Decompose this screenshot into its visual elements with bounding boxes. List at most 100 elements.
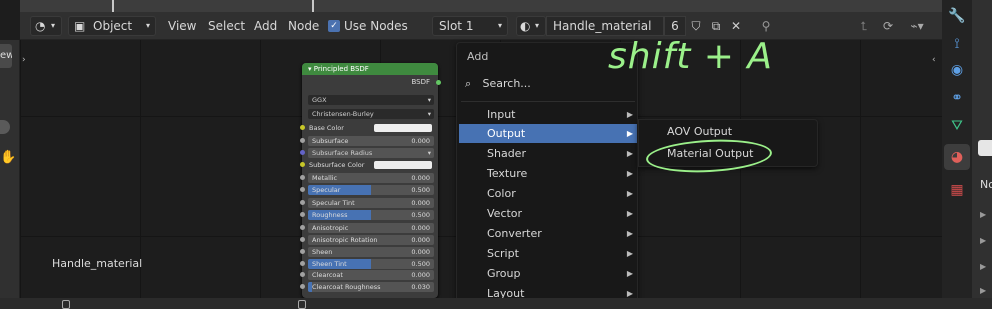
duplicate-icon[interactable]: ⧉ bbox=[706, 16, 726, 36]
expand-right-icon[interactable]: ‹ bbox=[932, 55, 936, 65]
object-icon: ▣ bbox=[74, 19, 86, 33]
menu-item-input[interactable]: Input ▶ bbox=[459, 105, 637, 124]
expand-left-icon[interactable]: › bbox=[22, 55, 26, 65]
bsdf-output-socket[interactable] bbox=[436, 80, 441, 85]
input-socket[interactable] bbox=[300, 162, 305, 167]
field-label: Anisotropic Rotation bbox=[312, 236, 378, 244]
principled-bsdf-node[interactable]: ▾ Principled BSDF BSDF GGX ▾ Christensen-… bbox=[302, 63, 438, 298]
node-field[interactable]: Sheen Tint 0.500 bbox=[308, 259, 434, 269]
field-label: Sheen Tint bbox=[312, 260, 347, 268]
material-name-value: Handle_material bbox=[553, 19, 652, 33]
input-socket[interactable] bbox=[300, 272, 305, 277]
material-name-field[interactable]: Handle_material bbox=[546, 16, 664, 36]
field-label: Subsurface bbox=[312, 137, 349, 145]
subsurface-color-swatch[interactable] bbox=[374, 161, 432, 169]
node-field[interactable]: Metallic 0.000 bbox=[308, 173, 434, 183]
editor-header: ◔ ▾ ▣ Object ▾ View Select Add Node ✓ Us… bbox=[20, 12, 942, 40]
submenu-arrow-icon: ▶ bbox=[626, 249, 633, 258]
mode-select[interactable]: ▣ Object ▾ bbox=[68, 16, 156, 36]
menu-item-group[interactable]: Group ▶ bbox=[459, 264, 637, 283]
input-socket[interactable] bbox=[300, 150, 305, 155]
use-nodes-checkbox[interactable]: ✓ bbox=[328, 20, 340, 32]
menu-item-script[interactable]: Script ▶ bbox=[459, 244, 637, 263]
input-socket[interactable] bbox=[300, 212, 305, 217]
node-header[interactable]: ▾ Principled BSDF bbox=[302, 63, 438, 75]
subsurface-method-select[interactable]: Christensen-Burley ▾ bbox=[308, 109, 434, 119]
editor-type-button[interactable]: ◔ ▾ bbox=[30, 16, 62, 36]
menu-node[interactable]: Node bbox=[288, 17, 319, 35]
snap-icon[interactable]: ⟳ bbox=[878, 16, 898, 36]
expand-arrow-icon[interactable]: ▶ bbox=[980, 286, 986, 295]
menu-item-shader[interactable]: Shader ▶ bbox=[459, 144, 637, 163]
collapse-icon[interactable]: ▾ bbox=[308, 65, 312, 73]
node-field[interactable]: Specular 0.500 bbox=[308, 185, 434, 195]
view-tab[interactable]: ew bbox=[0, 44, 12, 68]
menu-item-texture[interactable]: Texture ▶ bbox=[459, 164, 637, 183]
user-count-button[interactable]: 6 bbox=[664, 16, 686, 36]
field-value: 0.000 bbox=[411, 174, 430, 182]
aov-output-item[interactable]: AOV Output bbox=[667, 123, 732, 141]
material-slot-icon[interactable] bbox=[978, 140, 992, 156]
expand-arrow-icon[interactable]: ▶ bbox=[980, 262, 986, 271]
input-socket[interactable] bbox=[300, 284, 305, 289]
distribution-value: GGX bbox=[312, 96, 327, 104]
material-icon[interactable]: ◕ bbox=[947, 147, 967, 167]
subsurface-radius-select[interactable]: Subsurface Radius ▾ bbox=[308, 148, 434, 158]
hand-icon[interactable]: ✋ bbox=[0, 150, 16, 165]
node-field[interactable]: Roughness 0.500 bbox=[308, 210, 434, 220]
node-field[interactable]: Anisotropic Rotation 0.000 bbox=[308, 235, 434, 245]
input-socket[interactable] bbox=[300, 237, 305, 242]
close-icon[interactable]: ✕ bbox=[726, 16, 746, 36]
status-bar bbox=[0, 298, 992, 309]
tool-circle-icon[interactable] bbox=[0, 120, 10, 134]
expand-arrow-icon[interactable]: ▶ bbox=[980, 236, 986, 245]
menu-item-converter[interactable]: Converter ▶ bbox=[459, 224, 637, 243]
constraints-icon[interactable]: ⚭ bbox=[947, 88, 967, 108]
field-label: Specular bbox=[312, 186, 341, 194]
input-socket[interactable] bbox=[300, 187, 305, 192]
viewport-top-strip bbox=[20, 0, 942, 12]
menu-select[interactable]: Select bbox=[208, 17, 245, 35]
menu-item-vector[interactable]: Vector ▶ bbox=[459, 204, 637, 223]
tool-icon[interactable]: 🔧 bbox=[947, 6, 967, 26]
node-field[interactable]: Clearcoat Roughness 0.030 bbox=[308, 282, 434, 292]
object-data-icon[interactable]: ⛛ bbox=[947, 116, 967, 136]
menu-item-output[interactable]: Output ▶ bbox=[459, 124, 637, 143]
input-socket[interactable] bbox=[300, 175, 305, 180]
material-browse-button[interactable]: ◐ ▾ bbox=[516, 16, 546, 36]
node-field[interactable]: Anisotropic 0.000 bbox=[308, 223, 434, 233]
field-value: 0.500 bbox=[411, 260, 430, 268]
input-socket[interactable] bbox=[300, 200, 305, 205]
distribution-select[interactable]: GGX ▾ bbox=[308, 95, 434, 105]
editor-type-icon: ◔ bbox=[35, 19, 46, 33]
menu-item-color[interactable]: Color ▶ bbox=[459, 184, 637, 203]
input-socket[interactable] bbox=[300, 125, 305, 130]
menu-view[interactable]: View bbox=[168, 17, 196, 35]
node-field[interactable]: Sheen 0.000 bbox=[308, 247, 434, 257]
field-value: 0.000 bbox=[411, 137, 430, 145]
node-field[interactable]: Specular Tint 0.000 bbox=[308, 198, 434, 208]
particles-icon[interactable]: ⟟ bbox=[947, 34, 967, 54]
menu-add[interactable]: Add bbox=[254, 17, 277, 35]
subsurface-method-value: Christensen-Burley bbox=[312, 110, 374, 118]
pin-icon[interactable]: ⚲ bbox=[756, 16, 776, 36]
input-socket[interactable] bbox=[300, 138, 305, 143]
field-value: 0.030 bbox=[411, 283, 430, 291]
physics-icon[interactable]: ◉ bbox=[947, 60, 967, 80]
properties-tab-bar: 🔧 ⟟ ◉ ⚭ ⛛ ◕ ▦ bbox=[942, 0, 972, 298]
input-socket[interactable] bbox=[300, 225, 305, 230]
base-color-swatch[interactable] bbox=[374, 124, 432, 132]
fake-user-icon[interactable]: ⛉ bbox=[686, 16, 706, 36]
node-field[interactable]: Clearcoat 0.000 bbox=[308, 270, 434, 280]
slot-select[interactable]: Slot 1 ▾ bbox=[432, 16, 508, 36]
input-socket[interactable] bbox=[300, 249, 305, 254]
snap-settings-icon[interactable]: ⌁▾ bbox=[902, 16, 932, 36]
input-socket[interactable] bbox=[300, 261, 305, 266]
node-field[interactable]: Subsurface 0.000 bbox=[308, 136, 434, 146]
field-value: 0.000 bbox=[411, 248, 430, 256]
texture-icon[interactable]: ▦ bbox=[947, 180, 967, 200]
parent-node-icon[interactable]: ⮤ bbox=[854, 16, 874, 36]
chevron-down-icon: ▾ bbox=[497, 21, 502, 30]
menu-search[interactable]: ⌕ Search... bbox=[465, 77, 531, 91]
expand-arrow-icon[interactable]: ▶ bbox=[980, 210, 986, 219]
